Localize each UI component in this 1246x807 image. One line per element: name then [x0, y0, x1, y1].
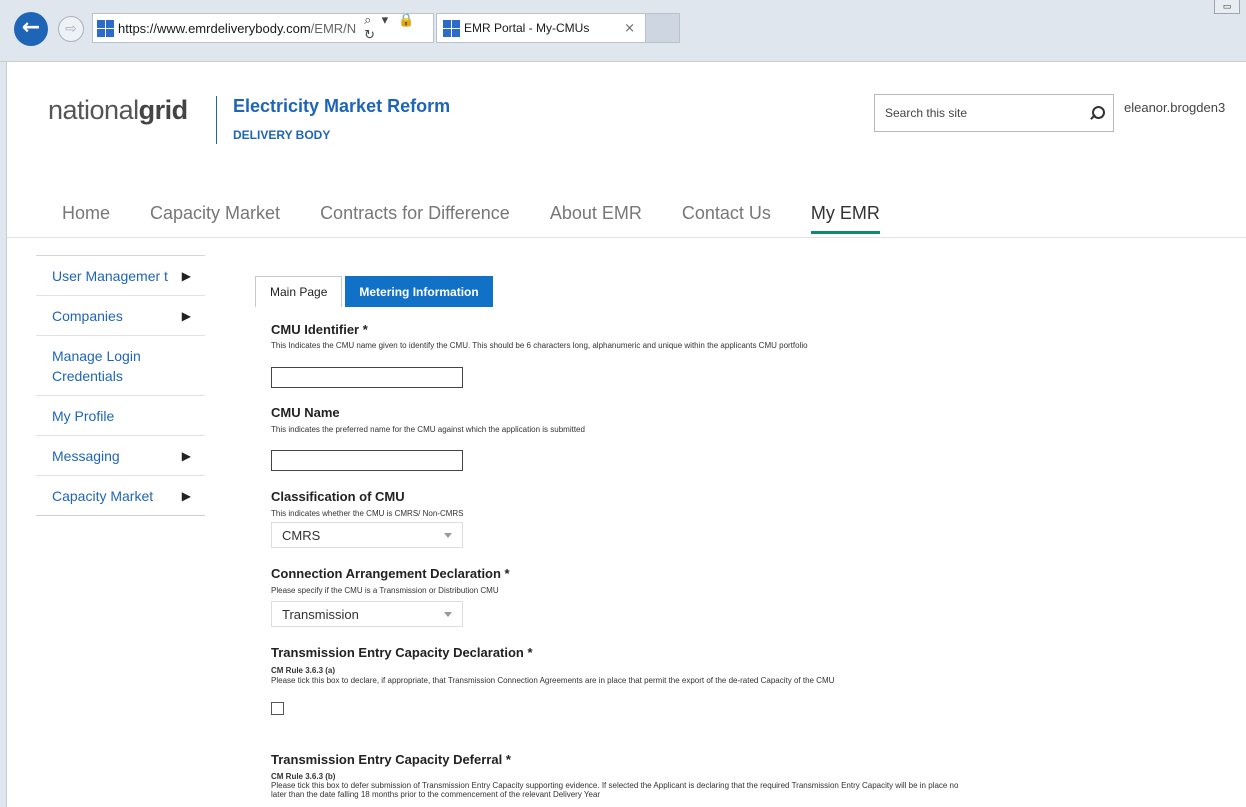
cmu-identifier-input[interactable]: [271, 367, 463, 388]
tec-declaration-help: Please tick this box to declare, if appr…: [271, 676, 835, 685]
tec-deferral-help: Please tick this box to defer submission…: [271, 781, 959, 790]
search-icon[interactable]: [1089, 106, 1105, 120]
window-left-border: [0, 62, 7, 807]
brand-title[interactable]: Electricity Market Reform: [233, 96, 450, 117]
back-arrow-icon: ←: [21, 15, 41, 40]
page-tabs: Main Page Metering Information: [255, 276, 493, 307]
tec-declaration-rule: CM Rule 3.6.3 (a): [271, 666, 336, 675]
site-favicon-icon: [97, 19, 114, 37]
new-tab-button[interactable]: [646, 13, 680, 43]
brand-divider: [216, 96, 217, 144]
tab-favicon-icon: [443, 19, 460, 37]
window-restore-button[interactable]: ▭: [1214, 0, 1240, 14]
classification-help: This indicates whether the CMU is CMRS/ …: [271, 509, 464, 518]
cmu-identifier-help: This Indicates the CMU name given to ide…: [271, 341, 808, 350]
address-bar[interactable]: https://www.emrdeliverybody.com/EMR/N ⌕ …: [92, 13, 434, 43]
nav-my-emr[interactable]: My EMR: [810, 203, 880, 234]
url-path: /EMR/N: [310, 20, 357, 36]
sidebar-item-label: User Managemer t: [52, 268, 168, 284]
top-navigation: Home Capacity Market Contracts for Diffe…: [62, 203, 920, 234]
forward-button[interactable]: ⇨: [58, 16, 84, 42]
sidebar-item-label: Manage Login Credentials: [52, 348, 141, 384]
tab-main-page[interactable]: Main Page: [255, 276, 343, 307]
url-host: https://www.emrdeliverybody.com: [118, 20, 311, 36]
tec-declaration-label: Transmission Entry Capacity Declaration …: [271, 645, 533, 660]
back-button[interactable]: ←: [14, 12, 48, 46]
forward-arrow-icon: ⇨: [65, 21, 77, 37]
nav-home[interactable]: Home: [62, 203, 110, 234]
browser-tab-title: EMR Portal - My-CMUs: [464, 21, 590, 35]
connection-select[interactable]: Transmission: [271, 601, 463, 627]
classification-select[interactable]: CMRS: [271, 522, 463, 548]
cmu-name-help: This indicates the preferred name for th…: [271, 425, 585, 434]
connection-label: Connection Arrangement Declaration *: [271, 566, 510, 581]
close-tab-icon[interactable]: ×: [624, 21, 635, 36]
dropdown-caret-icon: [444, 532, 452, 538]
tec-deferral-help-continued: later than the date falling 18 months pr…: [271, 790, 601, 799]
browser-chrome: ← ⇨ https://www.emrdeliverybody.com/EMR/…: [0, 0, 1246, 62]
classification-label: Classification of CMU: [271, 489, 405, 504]
tab-metering-information[interactable]: Metering Information: [345, 276, 493, 307]
search-input[interactable]: Search this site: [874, 94, 1114, 132]
nationalgrid-logo[interactable]: nationalgrid: [48, 95, 188, 126]
expand-arrow-icon: ▶: [181, 269, 191, 283]
expand-arrow-icon: ▶: [181, 309, 191, 323]
connection-help: Please specify if the CMU is a Transmiss…: [271, 586, 499, 595]
cmu-identifier-label: CMU Identifier *: [271, 322, 368, 337]
nav-divider: [7, 237, 1246, 238]
sidebar-item-my-profile[interactable]: My Profile: [36, 396, 205, 436]
browser-tab[interactable]: EMR Portal - My-CMUs ×: [436, 13, 646, 43]
nav-capacity-market[interactable]: Capacity Market: [150, 203, 280, 234]
address-actions-icon[interactable]: ⌕ ▾ 🔒 ↻: [364, 13, 433, 43]
tec-deferral-label: Transmission Entry Capacity Deferral *: [271, 752, 511, 767]
classification-value: CMRS: [282, 527, 321, 543]
cmu-name-label: CMU Name: [271, 405, 340, 420]
nav-about-emr[interactable]: About EMR: [550, 203, 642, 234]
sidebar-item-messaging[interactable]: Messaging ▶: [36, 436, 205, 476]
sidebar-item-label: My Profile: [52, 408, 115, 424]
sidebar-item-companies[interactable]: Companies ▶: [36, 296, 205, 336]
dropdown-caret-icon: [444, 611, 452, 617]
sidebar-item-user-management[interactable]: User Managemer t ▶: [36, 256, 205, 296]
sidebar-item-label: Companies: [52, 308, 123, 324]
sidebar-item-label: Capacity Market: [52, 488, 154, 504]
cmu-name-input[interactable]: [271, 450, 463, 471]
connection-value: Transmission: [282, 606, 359, 622]
search-placeholder: Search this site: [885, 106, 968, 120]
expand-arrow-icon: ▶: [181, 489, 191, 503]
sidebar: User Managemer t ▶ Companies ▶ Manage Lo…: [36, 255, 205, 516]
sidebar-item-label: Messaging: [52, 448, 120, 464]
nav-contact-us[interactable]: Contact Us: [682, 203, 771, 234]
tec-declaration-checkbox[interactable]: [271, 702, 284, 715]
user-menu[interactable]: eleanor.brogden3: [1124, 100, 1225, 115]
brand-subtitle: DELIVERY BODY: [233, 128, 331, 142]
sidebar-item-capacity-market[interactable]: Capacity Market ▶: [36, 476, 205, 516]
tec-deferral-rule: CM Rule 3.6.3 (b): [271, 772, 336, 781]
nav-contracts-for-difference[interactable]: Contracts for Difference: [320, 203, 510, 234]
expand-arrow-icon: ▶: [181, 449, 191, 463]
sidebar-item-manage-login-credentials[interactable]: Manage Login Credentials: [36, 336, 205, 396]
